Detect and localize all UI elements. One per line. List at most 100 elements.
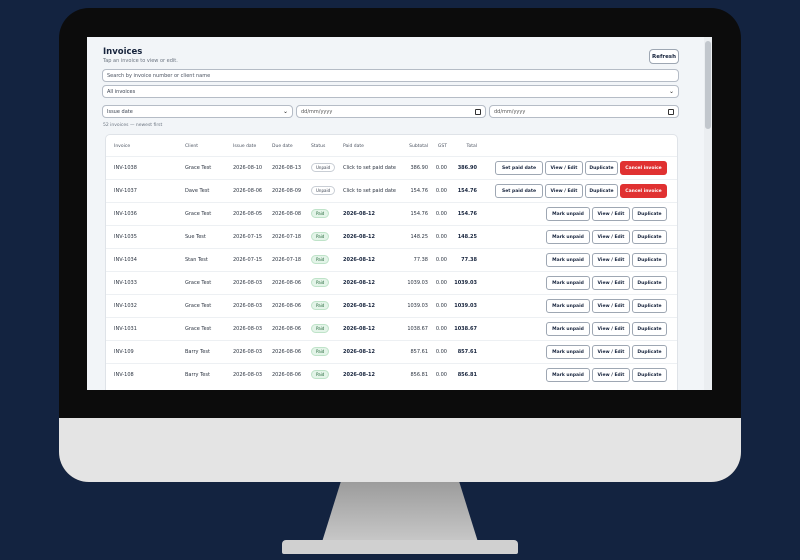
status-badge: Paid bbox=[311, 370, 330, 379]
mark-unpaid-button[interactable]: Mark unpaid bbox=[546, 276, 590, 290]
gst: 0.00 bbox=[435, 257, 447, 263]
gst: 0.00 bbox=[435, 165, 447, 171]
issue-date: 2026-08-03 bbox=[233, 372, 263, 378]
table-row[interactable]: INV-1036 Grace Test 2026-08-05 2026-08-08 Pa… bbox=[106, 202, 677, 225]
duplicate-button[interactable]: Duplicate bbox=[632, 345, 667, 359]
set-paid-date-button[interactable]: Set paid date bbox=[495, 184, 543, 198]
column-header: Issue date bbox=[233, 144, 257, 149]
date-field-select[interactable]: Issue date ⌄ bbox=[102, 105, 293, 118]
due-date: 2026-08-08 bbox=[272, 211, 302, 217]
due-date: 2026-08-06 bbox=[272, 372, 302, 378]
duplicate-button[interactable]: Duplicate bbox=[632, 276, 667, 290]
scrollbar[interactable] bbox=[704, 37, 712, 390]
gst: 0.00 bbox=[435, 326, 447, 332]
view-edit-button[interactable]: View / Edit bbox=[592, 276, 630, 290]
invoice-number: INV-1034 bbox=[114, 257, 137, 263]
subtotal: 154.76 bbox=[410, 211, 429, 217]
view-edit-button[interactable]: View / Edit bbox=[592, 368, 630, 382]
total: 148.25 bbox=[457, 234, 477, 240]
chevron-down-icon: ⌄ bbox=[668, 88, 674, 95]
total: 77.38 bbox=[461, 257, 477, 263]
due-date: 2026-08-09 bbox=[272, 188, 302, 194]
mark-unpaid-button[interactable]: Mark unpaid bbox=[546, 368, 590, 382]
table-row[interactable]: INV-1035 Sue Test 2026-07-15 2026-07-18 Paid… bbox=[106, 225, 677, 248]
date-from-placeholder: dd/mm/yyyy bbox=[301, 108, 333, 115]
view-edit-button[interactable]: View / Edit bbox=[592, 253, 630, 267]
table-row[interactable]: INV-1037 Dave Test 2026-08-06 2026-08-09 Unp… bbox=[106, 179, 677, 202]
duplicate-button[interactable]: Duplicate bbox=[632, 299, 667, 313]
cancel-invoice-button[interactable]: Cancel invoice bbox=[620, 161, 667, 175]
mark-unpaid-button[interactable]: Mark unpaid bbox=[546, 207, 590, 221]
table-row[interactable]: INV-1031 Grace Test 2026-08-03 2026-08-06 Pa… bbox=[106, 317, 677, 340]
issue-date: 2026-08-03 bbox=[233, 280, 263, 286]
mark-unpaid-button[interactable]: Mark unpaid bbox=[546, 322, 590, 336]
view-edit-button[interactable]: View / Edit bbox=[545, 161, 583, 175]
paid-date: 2026-08-12 bbox=[343, 234, 375, 240]
date-from-input[interactable]: dd/mm/yyyy bbox=[296, 105, 486, 118]
duplicate-button[interactable]: Duplicate bbox=[632, 322, 667, 336]
duplicate-button[interactable]: Duplicate bbox=[585, 184, 618, 198]
total: 1038.67 bbox=[454, 326, 477, 332]
view-edit-button[interactable]: View / Edit bbox=[592, 345, 630, 359]
monitor-base bbox=[282, 540, 518, 554]
table-row[interactable]: INV-1033 Grace Test 2026-08-03 2026-08-06 Pa… bbox=[106, 271, 677, 294]
duplicate-button[interactable]: Duplicate bbox=[632, 230, 667, 244]
view-edit-button[interactable]: View / Edit bbox=[592, 299, 630, 313]
scrollbar-thumb[interactable] bbox=[705, 41, 711, 129]
invoice-table: Invoice Client Issue date Due date Statu… bbox=[105, 134, 678, 390]
mark-unpaid-button[interactable]: Mark unpaid bbox=[546, 230, 590, 244]
calendar-icon[interactable] bbox=[668, 108, 674, 115]
duplicate-button[interactable]: Duplicate bbox=[585, 161, 618, 175]
table-row[interactable]: INV-108 Barry Test 2026-08-03 2026-08-06 Pai… bbox=[106, 363, 677, 386]
gst: 0.00 bbox=[435, 188, 447, 194]
refresh-button[interactable]: Refresh bbox=[649, 49, 679, 64]
due-date: 2026-08-06 bbox=[272, 326, 302, 332]
invoice-number: INV-1032 bbox=[114, 303, 137, 309]
gst: 0.00 bbox=[435, 280, 447, 286]
invoice-number: INV-108 bbox=[114, 372, 134, 378]
chevron-down-icon: ⌄ bbox=[282, 108, 288, 115]
date-to-input[interactable]: dd/mm/yyyy bbox=[489, 105, 679, 118]
search-placeholder: Search by invoice number or client name bbox=[107, 72, 211, 79]
status-badge: Unpaid bbox=[311, 163, 336, 172]
gst: 0.00 bbox=[435, 372, 447, 378]
column-header: GST bbox=[437, 144, 447, 149]
client-name: Grace Test bbox=[185, 303, 212, 309]
table-row[interactable]: INV-1034 Stan Test 2026-07-15 2026-07-18 Pai… bbox=[106, 248, 677, 271]
due-date: 2026-08-06 bbox=[272, 303, 302, 309]
mark-unpaid-button[interactable]: Mark unpaid bbox=[546, 299, 590, 313]
due-date: 2026-08-13 bbox=[272, 165, 302, 171]
subtotal: 1039.03 bbox=[407, 303, 428, 309]
view-edit-button[interactable]: View / Edit bbox=[592, 207, 630, 221]
table-row[interactable]: INV-109 Barry Test 2026-08-03 2026-08-06 Pai… bbox=[106, 340, 677, 363]
client-name: Grace Test bbox=[185, 280, 212, 286]
view-edit-button[interactable]: View / Edit bbox=[545, 184, 583, 198]
due-date: 2026-07-18 bbox=[272, 234, 302, 240]
total: 1039.03 bbox=[454, 303, 477, 309]
set-paid-date-button[interactable]: Set paid date bbox=[495, 161, 543, 175]
invoice-number: INV-1035 bbox=[114, 234, 137, 240]
status-filter-select[interactable]: All invoices ⌄ bbox=[102, 85, 679, 98]
table-row[interactable]: INV-1038 Grace Test 2026-08-10 2026-08-13 Un… bbox=[106, 156, 677, 179]
column-header: Invoice bbox=[114, 144, 131, 149]
duplicate-button[interactable]: Duplicate bbox=[632, 253, 667, 267]
duplicate-button[interactable]: Duplicate bbox=[632, 207, 667, 221]
status-badge: Paid bbox=[311, 255, 330, 264]
search-input[interactable]: Search by invoice number or client name bbox=[102, 69, 679, 82]
set-paid-date-link[interactable]: Click to set paid date bbox=[343, 165, 396, 171]
view-edit-button[interactable]: View / Edit bbox=[592, 322, 630, 336]
gst: 0.00 bbox=[435, 234, 447, 240]
mark-unpaid-button[interactable]: Mark unpaid bbox=[546, 345, 590, 359]
invoice-number: INV-109 bbox=[114, 349, 134, 355]
calendar-icon[interactable] bbox=[475, 108, 481, 115]
subtotal: 1038.67 bbox=[407, 326, 428, 332]
duplicate-button[interactable]: Duplicate bbox=[632, 368, 667, 382]
total: 857.61 bbox=[457, 349, 477, 355]
set-paid-date-link[interactable]: Click to set paid date bbox=[343, 188, 396, 194]
table-row[interactable]: INV-1032 Grace Test 2026-08-03 2026-08-06 Pa… bbox=[106, 294, 677, 317]
cancel-invoice-button[interactable]: Cancel invoice bbox=[620, 184, 667, 198]
mark-unpaid-button[interactable]: Mark unpaid bbox=[546, 253, 590, 267]
view-edit-button[interactable]: View / Edit bbox=[592, 230, 630, 244]
issue-date: 2026-08-10 bbox=[233, 165, 263, 171]
column-header: Client bbox=[185, 144, 199, 149]
